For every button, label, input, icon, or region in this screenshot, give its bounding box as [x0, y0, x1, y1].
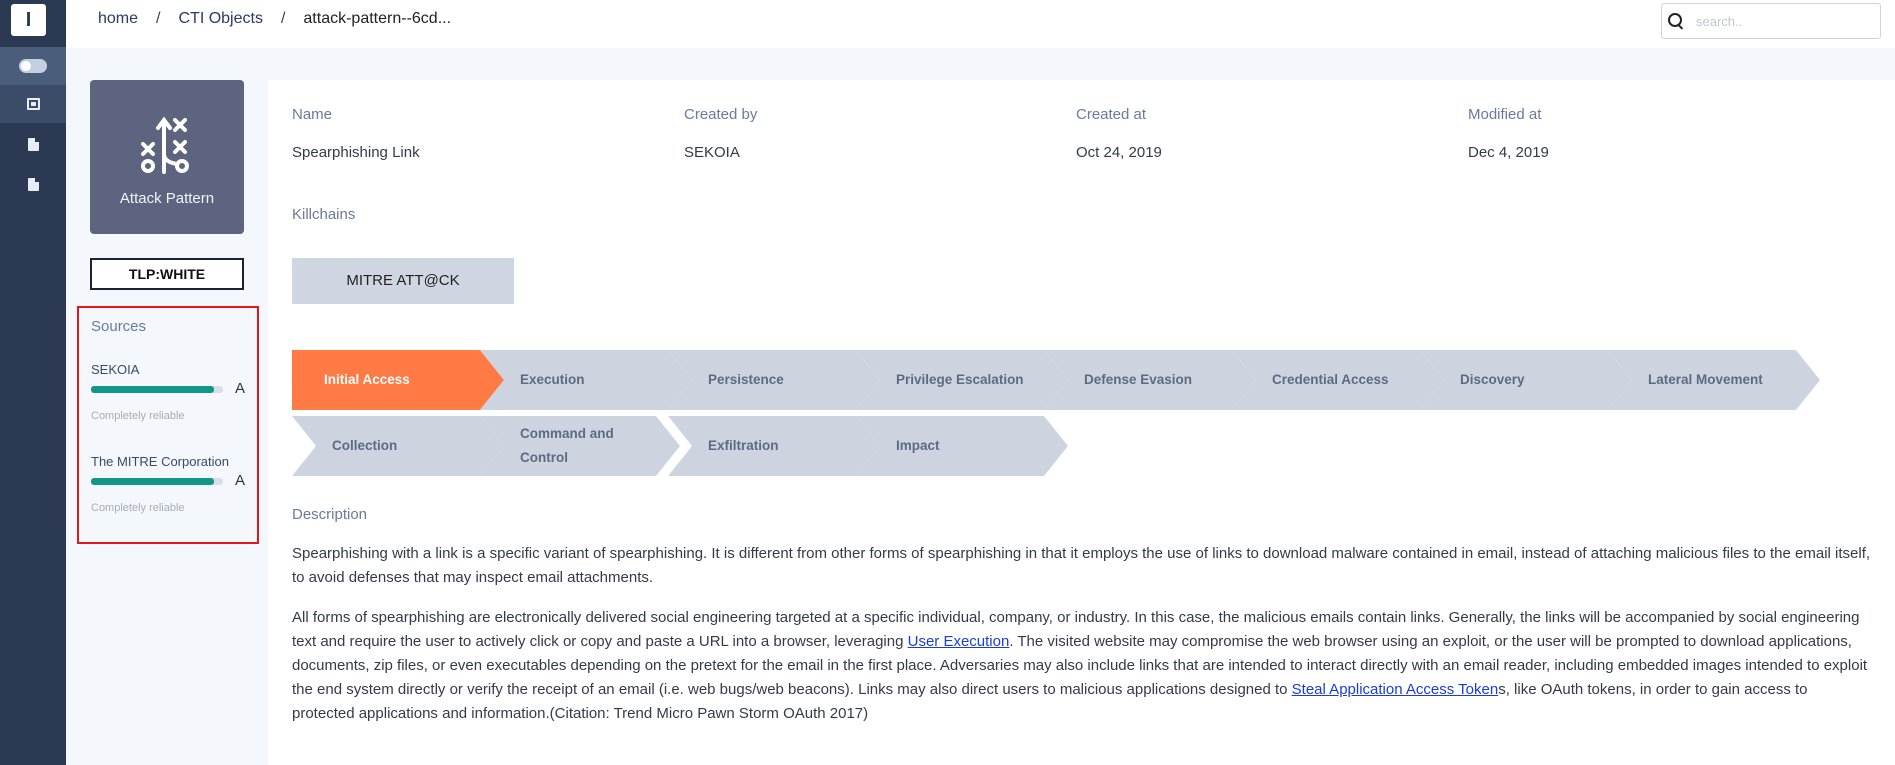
phase-command-and-control[interactable]: Command and Control — [480, 416, 680, 476]
reliability-bar-fill — [91, 478, 214, 485]
source-reliability: Completely reliable — [91, 502, 185, 514]
breadcrumb-cti-objects[interactable]: CTI Objects — [178, 10, 262, 28]
sidebar-item-toggle[interactable] — [0, 47, 66, 85]
object-type-label: Attack Pattern — [119, 190, 215, 207]
breadcrumb-separator: / — [156, 10, 161, 27]
reliability-bar — [91, 386, 223, 393]
name-label: Name — [292, 106, 333, 123]
phase-execution[interactable]: Execution — [480, 350, 692, 410]
killchains-label: Killchains — [292, 206, 356, 223]
phase-discovery[interactable]: Discovery — [1420, 350, 1632, 410]
description-label: Description — [292, 506, 368, 523]
toggle-icon — [19, 59, 47, 73]
source-item: SEKOIA A Completely reliable — [91, 362, 251, 422]
user-execution-link[interactable]: User Execution — [908, 633, 1010, 650]
created-at-label: Created at — [1076, 106, 1147, 123]
reliability-bar — [91, 478, 223, 485]
tlp-marking[interactable]: TLP:WHITE — [90, 258, 244, 290]
search-input[interactable] — [1696, 13, 1866, 29]
source-grade: A — [235, 380, 246, 397]
phase-impact[interactable]: Impact — [856, 416, 1068, 476]
sidebar-item-objects[interactable] — [0, 85, 66, 123]
source-reliability: Completely reliable — [91, 410, 185, 422]
phase-persistence[interactable]: Persistence — [668, 350, 880, 410]
modified-at-label: Modified at — [1468, 106, 1542, 123]
killchain-mitre-button[interactable]: MITRE ATT@CK — [292, 258, 514, 304]
created-by-label: Created by — [684, 106, 758, 123]
name-value: Spearphishing Link — [292, 144, 420, 161]
source-name: SEKOIA — [91, 362, 140, 377]
modified-at-value: Dec 4, 2019 — [1468, 144, 1549, 161]
description-paragraph: Spearphishing with a link is a specific … — [292, 545, 1871, 586]
sources-panel: Sources SEKOIA A Completely reliable The… — [77, 306, 259, 544]
phase-privilege-escalation[interactable]: Privilege Escalation — [856, 350, 1068, 410]
breadcrumb-home[interactable]: home — [98, 10, 138, 28]
phase-initial-access[interactable]: Initial Access — [292, 350, 504, 410]
steal-application-access-token-link[interactable]: Steal Application Access Token — [1292, 681, 1499, 698]
phase-credential-access[interactable]: Credential Access — [1232, 350, 1444, 410]
phase-collection[interactable]: Collection — [292, 416, 504, 476]
phase-exfiltration[interactable]: Exfiltration — [668, 416, 880, 476]
phase-defense-evasion[interactable]: Defense Evasion — [1044, 350, 1256, 410]
breadcrumb-current: attack-pattern--6cd... — [303, 10, 452, 27]
sidebar: I — [0, 0, 66, 765]
source-item: The MITRE Corporation A Completely relia… — [91, 454, 251, 514]
stack-icon — [26, 98, 40, 110]
document-icon — [27, 177, 39, 191]
created-at-value: Oct 24, 2019 — [1076, 144, 1162, 161]
source-grade: A — [235, 472, 246, 489]
description-paragraph: All forms of spearphishing are electroni… — [292, 606, 1872, 726]
document-icon — [27, 137, 39, 151]
sidebar-item-documents[interactable] — [0, 125, 66, 163]
search-box[interactable] — [1661, 3, 1881, 39]
app-logo[interactable]: I — [11, 4, 46, 36]
search-icon[interactable] — [1668, 13, 1684, 29]
top-bar: home / CTI Objects / attack-pattern--6cd… — [66, 0, 1895, 48]
phase-lateral-movement[interactable]: Lateral Movement — [1608, 350, 1820, 410]
reliability-bar-fill — [91, 386, 214, 393]
source-name: The MITRE Corporation — [91, 454, 229, 469]
attack-pattern-icon — [141, 116, 189, 174]
breadcrumb: home / CTI Objects / attack-pattern--6cd… — [98, 10, 451, 28]
sources-title: Sources — [91, 318, 147, 335]
object-type-card: Attack Pattern — [90, 80, 244, 234]
created-by-value: SEKOIA — [684, 144, 740, 161]
details-panel: Name Spearphishing Link Created by SEKOI… — [268, 80, 1895, 765]
sidebar-item-reports[interactable] — [0, 165, 66, 203]
breadcrumb-separator: / — [280, 10, 286, 27]
